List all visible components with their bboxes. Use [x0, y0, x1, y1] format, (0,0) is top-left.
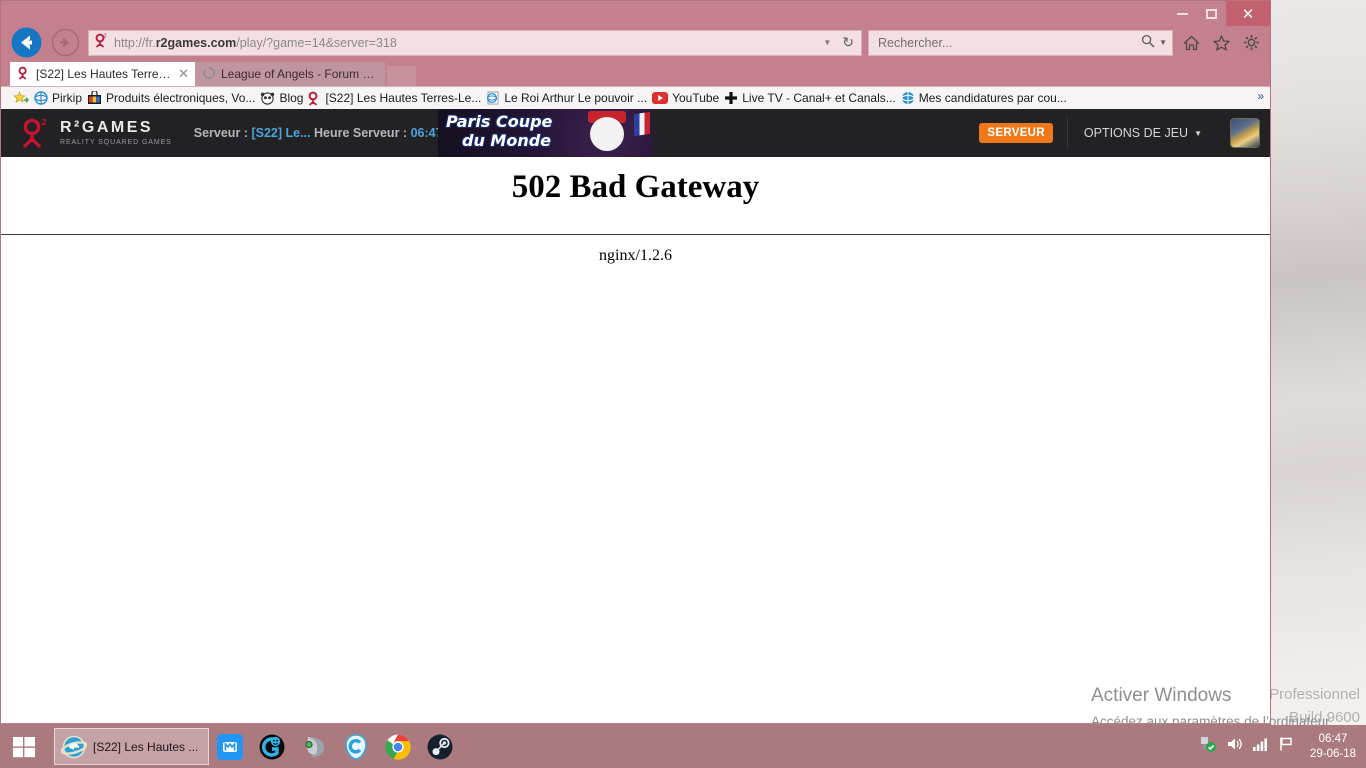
bookmark-add[interactable]	[13, 90, 29, 106]
clock-time: 06:47	[1318, 732, 1348, 745]
svg-text:2: 2	[104, 33, 107, 39]
logo-sub-text: REALITY SQUARED GAMES	[60, 139, 172, 146]
bookmark-label: Pirkip	[52, 91, 83, 105]
tab-close-icon[interactable]: ✕	[178, 66, 189, 82]
back-arrow-icon[interactable]	[10, 26, 43, 59]
banner-line1: Paris Coupe	[446, 112, 553, 131]
volume-icon[interactable]	[1226, 736, 1243, 757]
flag-icon	[634, 111, 650, 137]
start-button[interactable]	[0, 725, 48, 768]
utorrent-icon[interactable]	[293, 725, 335, 768]
bookmark-label: Live TV - Canal+ et Canals...	[742, 91, 896, 105]
bookmark-item[interactable]: YouTube	[652, 91, 719, 105]
tab-inactive[interactable]: League of Angels - Forum de R...	[195, 62, 385, 86]
bookmark-item[interactable]: Live TV - Canal+ et Canals...	[724, 91, 896, 105]
server-signature: nginx/1.2.6	[599, 247, 672, 264]
r2games-icon: 2	[95, 33, 108, 53]
bookmark-label: YouTube	[672, 91, 720, 105]
bookmark-label: [S22] Les Hautes Terres-Le...	[325, 91, 482, 105]
settings-gear-icon[interactable]	[1239, 26, 1263, 59]
event-banner[interactable]: Paris Coupe du Monde	[438, 109, 652, 157]
page-viewport: 2 R²GAMES REALITY SQUARED GAMES Serveur …	[1, 109, 1270, 723]
taskbar-item-internet-explorer[interactable]: [S22] Les Hautes ...	[54, 728, 209, 765]
system-tray: 06:47 29-06-18	[1198, 725, 1366, 768]
options-de-jeu-menu[interactable]: OPTIONS DE JEU ▼	[1066, 117, 1216, 149]
r2games-logo-icon: 2	[22, 118, 47, 149]
game-header-bar: 2 R²GAMES REALITY SQUARED GAMES Serveur …	[1, 109, 1270, 157]
address-dropdown-caret-icon[interactable]: ▼	[821, 38, 836, 47]
divider	[1, 234, 1270, 235]
avatar[interactable]	[1230, 118, 1260, 148]
tab-active[interactable]: [S22] Les Hautes Terres-Lea... ✕	[10, 62, 195, 86]
search-placeholder: Rechercher...	[878, 35, 953, 50]
chrome-icon[interactable]	[377, 725, 419, 768]
cheat-engine-icon[interactable]	[251, 725, 293, 768]
bookmark-label: Le Roi Arthur Le pouvoir ...	[504, 91, 648, 105]
new-tab-button[interactable]	[387, 66, 416, 86]
bookmark-item[interactable]: Mes candidatures par cou...	[901, 91, 1067, 105]
reload-icon[interactable]: ↻	[842, 34, 857, 51]
url-text: http://fr.r2games.com/play/?game=14&serv…	[114, 35, 397, 50]
window-controls: ✕	[1168, 1, 1270, 26]
bookmarks-bar: Pirkip Produits électroniques, Vo... Blo…	[1, 86, 1270, 109]
taskbar-item-label: [S22] Les Hautes ...	[93, 739, 199, 754]
server-label: Serveur :	[193, 126, 248, 140]
bookmark-item[interactable]: Blog	[260, 91, 303, 105]
tab-bar: [S22] Les Hautes Terres-Lea... ✕ League …	[1, 59, 1270, 86]
bookmarks-overflow-chevron-icon[interactable]: »	[1257, 89, 1264, 103]
bookmark-label: Mes candidatures par cou...	[918, 91, 1067, 105]
bookmark-item[interactable]: Produits électroniques, Vo...	[87, 91, 255, 105]
server-time-label: Heure Serveur :	[313, 126, 408, 140]
logo-main-text: R²GAMES	[60, 119, 154, 136]
svg-text:2: 2	[41, 118, 47, 127]
r2games-icon	[18, 66, 30, 83]
safely-remove-hardware-icon[interactable]	[1198, 735, 1217, 758]
bookmark-label: Blog	[279, 91, 304, 105]
steam-icon[interactable]	[419, 725, 461, 768]
bookmark-item[interactable]: Le Roi Arthur Le pouvoir ...	[486, 91, 647, 105]
search-box[interactable]: Rechercher... ▼	[868, 29, 1173, 56]
forward-arrow-icon[interactable]	[49, 26, 82, 59]
r2games-logo[interactable]: 2 R²GAMES REALITY SQUARED GAMES	[19, 116, 172, 150]
action-center-flag-icon[interactable]	[1278, 736, 1295, 757]
game-header-actions: SERVEUR OPTIONS DE JEU ▼	[979, 109, 1260, 157]
bookmark-item[interactable]: [S22] Les Hautes Terres-Le...	[308, 91, 481, 106]
page-title: 502 Bad Gateway	[511, 169, 760, 205]
serveur-button[interactable]: SERVEUR	[979, 123, 1053, 143]
search-provider-caret-icon[interactable]: ▼	[1155, 38, 1167, 47]
options-label: OPTIONS DE JEU	[1083, 126, 1189, 140]
maxthon-icon[interactable]	[209, 725, 251, 768]
minimize-button[interactable]	[1168, 1, 1197, 26]
server-value: [S22] Le...	[251, 126, 311, 140]
tab-title: League of Angels - Forum de R...	[221, 67, 379, 81]
favorites-star-icon[interactable]	[1209, 26, 1233, 59]
taskbar-clock[interactable]: 06:47 29-06-18	[1310, 732, 1356, 762]
server-info: Serveur : [S22] Le... Heure Serveur : 06…	[194, 126, 443, 140]
watermark-edition: Professionnel	[1269, 686, 1360, 703]
ie-icon	[61, 735, 87, 758]
maximize-button[interactable]	[1197, 1, 1226, 26]
bookmark-item[interactable]: Pirkip	[34, 91, 82, 105]
windows-activation-watermark: Professionnel Build 9600	[1269, 683, 1360, 729]
banner-line2: du Monde	[462, 131, 552, 150]
home-icon[interactable]	[1179, 26, 1203, 59]
clock-date: 29-06-18	[1309, 747, 1356, 760]
bookmark-label: Produits électroniques, Vo...	[106, 91, 256, 105]
taskbar: [S22] Les Hautes ... 06:47 29-06-18	[0, 725, 1366, 768]
network-signal-icon[interactable]	[1252, 736, 1269, 757]
mascot-icon	[590, 117, 624, 151]
ccleaner-icon[interactable]	[335, 725, 377, 768]
navigation-bar: 2 http://fr.r2games.com/play/?game=14&se…	[1, 26, 1270, 59]
tab-title: [S22] Les Hautes Terres-Lea...	[36, 67, 172, 81]
chevron-down-icon: ▼	[1194, 128, 1202, 138]
title-bar: ✕	[1, 1, 1270, 26]
close-button[interactable]: ✕	[1226, 1, 1270, 26]
browser-window: ✕ 2 http://fr.r2games.com/play/?game=14&…	[0, 0, 1271, 725]
loading-spinner-icon	[203, 66, 215, 82]
address-bar[interactable]: 2 http://fr.r2games.com/play/?game=14&se…	[88, 29, 862, 56]
search-icon[interactable]	[1141, 34, 1155, 51]
